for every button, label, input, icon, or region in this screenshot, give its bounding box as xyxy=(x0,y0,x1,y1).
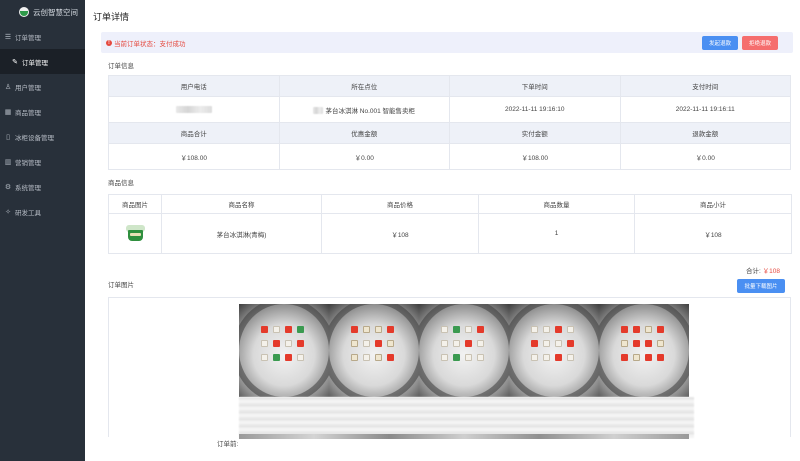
sidebar-item-0[interactable]: ☰ 订单管理 xyxy=(0,24,85,49)
product-price-cell: ￥108 xyxy=(321,213,479,254)
sidebar-item-4[interactable]: ▯ 冰柜设备管理 xyxy=(0,124,85,149)
order-status-text: 当前订单状态：支付成功 xyxy=(114,40,186,48)
table-row: ￥108.00 ￥0.00 ￥108.00 ￥0.00 xyxy=(108,143,791,170)
sidebar-item-label: 冰柜设备管理 xyxy=(15,134,54,142)
header-cell: 下单时间 xyxy=(449,75,621,97)
order-before-label: 订单前: xyxy=(217,441,239,448)
product-image-cell xyxy=(108,213,162,254)
page-title: 订单详情 xyxy=(93,12,130,22)
reject-refund-button[interactable]: 拒绝退款 xyxy=(742,36,778,50)
total-label: 合计: xyxy=(746,268,761,275)
table-row: 茅台冰淇淋 No.001 智能售卖柜 2022-11-11 19:16:10 2… xyxy=(108,96,791,123)
sidebar-item-label: 订单管理 xyxy=(15,34,41,42)
chart-icon: ▥ xyxy=(4,158,12,166)
sidebar-item-7[interactable]: ✧ 研发工具 xyxy=(0,199,85,224)
sidebar: 云创智慧空间 ☰ 订单管理 ✎ 订单管理 ♙ 用户管理 ▦ 商品管理 ▯ 冰柜设备管理 ▥ 营销管理 ⚙… xyxy=(0,0,85,461)
header-cell: 商品名称 xyxy=(161,194,322,214)
total-amount: ￥108 xyxy=(762,268,780,275)
camera-frame[interactable] xyxy=(509,304,599,397)
camera-frame[interactable] xyxy=(239,304,329,397)
sidebar-nav: ☰ 订单管理 ✎ 订单管理 ♙ 用户管理 ▦ 商品管理 ▯ 冰柜设备管理 ▥ 营销管理 ⚙ 系统管理 ✧ 研发… xyxy=(0,24,85,224)
sidebar-item-label: 订单管理 xyxy=(22,59,48,67)
main-content: 订单详情 ! 当前订单状态：支付成功 发起退款 拒绝退款 订单信息 用户电话 所… xyxy=(85,0,800,461)
header-cell: 退款金额 xyxy=(619,122,791,144)
order-detail-content: ! 当前订单状态：支付成功 发起退款 拒绝退款 订单信息 用户电话 所在点位 下… xyxy=(101,32,793,289)
camera-image-strip-2[interactable] xyxy=(239,434,689,439)
product-name-cell: 茅台冰淇淋(青梅) xyxy=(161,213,322,254)
redacted-prefix xyxy=(313,107,324,115)
batch-download-button[interactable]: 批量下载图片 xyxy=(737,279,785,293)
sidebar-item-3[interactable]: ▦ 商品管理 xyxy=(0,99,85,124)
sidebar-item-label: 研发工具 xyxy=(15,209,41,217)
table-header-row: 商品合计 优惠金额 实付金额 退款金额 xyxy=(108,122,791,144)
sidebar-item-5[interactable]: ▥ 营销管理 xyxy=(0,149,85,174)
camera-image-strip[interactable] xyxy=(239,304,689,397)
paid-amount-cell: ￥108.00 xyxy=(449,143,621,170)
gear-icon: ⚙ xyxy=(4,183,12,191)
header-cell: 商品数量 xyxy=(478,194,635,214)
alert-icon: ! xyxy=(106,39,112,46)
edit-icon: ✎ xyxy=(12,58,18,66)
header-cell: 商品价格 xyxy=(321,194,479,214)
header-cell: 优惠金额 xyxy=(278,122,450,144)
redacted-phone xyxy=(175,105,212,113)
discount-cell: ￥0.00 xyxy=(278,143,450,170)
order-images-heading: 订单图片 xyxy=(108,282,134,289)
brand-name: 云创智慧空间 xyxy=(33,7,78,17)
header-cell: 支付时间 xyxy=(619,75,791,97)
sidebar-item-label: 商品管理 xyxy=(15,109,41,117)
list-icon: ☰ xyxy=(4,33,12,41)
location-cell: 茅台冰淇淋 No.001 智能售卖柜 xyxy=(278,96,450,123)
table-row: 茅台冰淇淋(青梅) ￥108 1 ￥108 xyxy=(108,213,792,254)
product-subtotal-cell: ￥108 xyxy=(634,213,792,254)
product-qty-cell: 1 xyxy=(478,213,635,254)
product-thumbnail[interactable] xyxy=(125,225,146,242)
sidebar-item-2[interactable]: ♙ 用户管理 xyxy=(0,74,85,99)
order-info-table: 用户电话 所在点位 下单时间 支付时间 茅台冰淇淋 No.001 智能售卖柜 2… xyxy=(108,75,791,170)
refund-button[interactable]: 发起退款 xyxy=(702,36,738,50)
wrench-icon: ✧ xyxy=(5,208,11,216)
camera-frame[interactable] xyxy=(329,304,419,397)
header-cell: 所在点位 xyxy=(278,75,450,97)
refund-amount-cell: ￥0.00 xyxy=(619,143,791,170)
header-cell: 商品合计 xyxy=(108,122,280,144)
camera-frame[interactable] xyxy=(599,304,689,397)
table-header-row: 商品图片 商品名称 商品价格 商品数量 商品小计 xyxy=(108,194,792,214)
pay-time-cell: 2022-11-11 19:16:11 xyxy=(619,96,791,123)
goods-info-heading: 商品信息 xyxy=(108,180,134,187)
order-info-heading: 订单信息 xyxy=(108,63,134,70)
order-time-cell: 2022-11-11 19:16:10 xyxy=(449,96,621,123)
grid-icon: ▦ xyxy=(4,108,12,116)
table-header-row: 用户电话 所在点位 下单时间 支付时间 xyxy=(108,75,791,97)
sidebar-item-label: 用户管理 xyxy=(15,84,41,92)
goods-table: 商品图片 商品名称 商品价格 商品数量 商品小计 茅台冰淇淋(青梅) ￥108 … xyxy=(108,194,792,254)
order-total: 合计: ￥108 xyxy=(746,265,780,275)
header-cell: 用户电话 xyxy=(108,75,280,97)
sidebar-item-6[interactable]: ⚙ 系统管理 xyxy=(0,174,85,199)
goods-total-cell: ￥108.00 xyxy=(108,143,280,170)
camera-frame[interactable] xyxy=(419,304,509,397)
redacted-image-urls xyxy=(239,397,694,438)
logo-icon xyxy=(19,7,29,17)
user-phone-cell xyxy=(108,96,280,123)
sidebar-item-1[interactable]: ✎ 订单管理 xyxy=(0,49,85,74)
order-images-panel: 订单前: xyxy=(108,297,791,448)
device-icon: ▯ xyxy=(6,133,10,141)
header-cell: 商品小计 xyxy=(634,194,792,214)
status-bar: ! 当前订单状态：支付成功 发起退款 拒绝退款 xyxy=(101,32,793,53)
sidebar-item-label: 营销管理 xyxy=(15,159,41,167)
header-cell: 商品图片 xyxy=(108,194,162,214)
header-cell: 实付金额 xyxy=(449,122,621,144)
user-icon: ♙ xyxy=(4,83,12,91)
brand[interactable]: 云创智慧空间 xyxy=(0,0,85,24)
sidebar-item-label: 系统管理 xyxy=(15,184,41,192)
location-value: 茅台冰淇淋 No.001 智能售卖柜 xyxy=(325,107,416,115)
